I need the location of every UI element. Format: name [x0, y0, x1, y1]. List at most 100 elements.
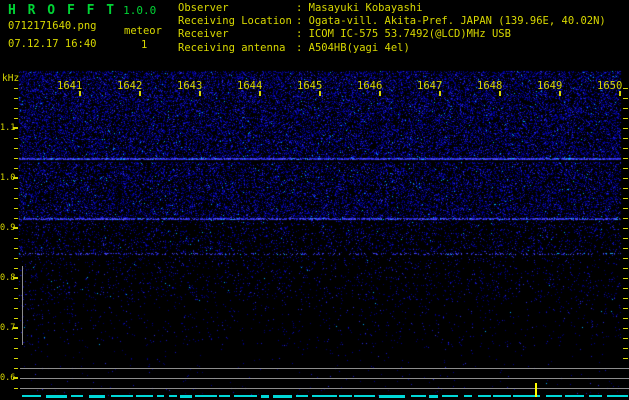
- info-label: Receiving Location: [178, 15, 292, 28]
- trace-dash: [88, 395, 106, 398]
- right-axis-tick: [623, 198, 628, 199]
- trace-dash: [493, 395, 511, 397]
- info-label: Observer: [178, 2, 229, 14]
- y-axis-tick-major: [13, 277, 18, 279]
- y-axis-tick-minor: [14, 338, 18, 339]
- right-axis-tick: [623, 178, 628, 179]
- x-axis-tick: [619, 91, 621, 96]
- y-axis-tick-major: [13, 127, 18, 129]
- right-axis-tick: [623, 308, 628, 309]
- trace-dash: [441, 395, 459, 397]
- right-axis-tick: [623, 288, 628, 289]
- signal-level-trace: [22, 395, 628, 398]
- right-axis-tick: [623, 168, 628, 169]
- y-axis-tick-minor: [14, 198, 18, 199]
- x-axis-tick: [259, 91, 261, 96]
- right-axis-tick: [623, 218, 628, 219]
- y-axis-label: 0.6: [0, 373, 16, 383]
- info-value: : ICOM IC-575 53.7492(@LCD)MHz USB: [296, 28, 511, 41]
- info-value: : A504HB(yagi 4el): [296, 41, 410, 54]
- y-axis-label: 0.8: [0, 273, 16, 283]
- trace-dash: [272, 395, 292, 398]
- x-axis-tick: [379, 91, 381, 96]
- output-filename: 0712171640.png: [8, 20, 97, 32]
- x-axis-tick: [439, 91, 441, 96]
- trace-dash: [233, 395, 258, 397]
- y-axis-label: 1.1: [0, 123, 16, 133]
- app-title: H R O F F T: [8, 3, 117, 18]
- right-axis-tick: [623, 228, 628, 229]
- y-axis-tick-minor: [14, 188, 18, 189]
- info-value: : Masayuki Kobayashi: [296, 2, 423, 14]
- right-axis-tick: [623, 188, 628, 189]
- trace-dash: [463, 395, 473, 397]
- trace-dash: [588, 395, 602, 397]
- y-axis-tick-minor: [14, 148, 18, 149]
- right-axis-tick: [623, 148, 628, 149]
- right-axis-tick: [623, 238, 628, 239]
- y-axis-tick-minor: [14, 108, 18, 109]
- y-axis-tick-major: [13, 227, 18, 229]
- y-axis-tick-minor: [14, 88, 18, 89]
- app-version: 1.0.0: [123, 4, 157, 17]
- right-axis-tick: [623, 268, 628, 269]
- right-axis-tick: [623, 158, 628, 159]
- right-axis-tick: [623, 328, 628, 329]
- y-axis-tick-major: [13, 327, 18, 329]
- level-ref-line: [20, 368, 629, 369]
- level-ref-line: [20, 378, 629, 379]
- y-axis-tick-minor: [14, 118, 18, 119]
- trace-dash: [339, 395, 353, 397]
- trace-dash: [169, 395, 178, 397]
- spectrogram-noise-canvas: [0, 0, 629, 400]
- y-axis-tick-minor: [14, 358, 18, 359]
- right-axis-tick: [623, 88, 628, 89]
- y-axis-tick-minor: [14, 158, 18, 159]
- x-axis-tick: [199, 91, 201, 96]
- right-axis-tick: [623, 128, 628, 129]
- trace-dash: [219, 395, 230, 397]
- y-axis-label: 0.9: [0, 223, 16, 233]
- trace-dash: [135, 395, 153, 397]
- x-axis-tick: [319, 91, 321, 96]
- info-row: Receiver: ICOM IC-575 53.7492(@LCD)MHz U…: [178, 28, 606, 41]
- right-axis-tick: [623, 98, 628, 99]
- y-axis-tick-major: [13, 177, 18, 179]
- right-axis-tick: [623, 108, 628, 109]
- trace-dash: [410, 395, 427, 397]
- info-row: Receiving Location: Ogata-vill. Akita-Pr…: [178, 15, 606, 28]
- title-row: H R O F F T 1.0.0: [8, 3, 156, 18]
- y-axis-tick-minor: [14, 238, 18, 239]
- y-axis-tick-minor: [14, 98, 18, 99]
- trace-dash: [606, 395, 628, 397]
- right-axis-tick: [623, 298, 628, 299]
- trace-dash: [70, 395, 84, 397]
- right-axis-tick: [623, 348, 628, 349]
- trace-dash: [110, 395, 133, 397]
- right-axis-tick: [623, 118, 628, 119]
- trace-dash: [260, 395, 269, 398]
- y-axis-tick-minor: [14, 348, 18, 349]
- info-label: Receiving antenna: [178, 41, 286, 54]
- y-axis-tick-major: [13, 377, 18, 379]
- trace-dash: [354, 395, 375, 397]
- y-axis-label: 1.0: [0, 173, 16, 183]
- y-axis-tick-minor: [14, 368, 18, 369]
- x-axis-tick: [499, 91, 501, 96]
- trace-dash: [478, 395, 491, 397]
- y-axis-tick-minor: [14, 308, 18, 309]
- trace-dash: [179, 395, 192, 398]
- meteor-echo-spike: [535, 383, 537, 397]
- y-axis-tick-minor: [14, 388, 18, 389]
- y-axis-tick-minor: [14, 298, 18, 299]
- right-axis-tick: [623, 138, 628, 139]
- x-axis-tick: [139, 91, 141, 96]
- receiver-info-block: Observer: Masayuki Kobayashi Receiving Lo…: [178, 2, 606, 55]
- x-axis-tick: [559, 91, 561, 96]
- trace-dash: [564, 395, 584, 397]
- trace-dash: [428, 395, 439, 398]
- trace-dash: [296, 395, 308, 397]
- right-axis-tick: [623, 318, 628, 319]
- trace-dash: [545, 395, 562, 397]
- y-axis-label: 0.7: [0, 323, 16, 333]
